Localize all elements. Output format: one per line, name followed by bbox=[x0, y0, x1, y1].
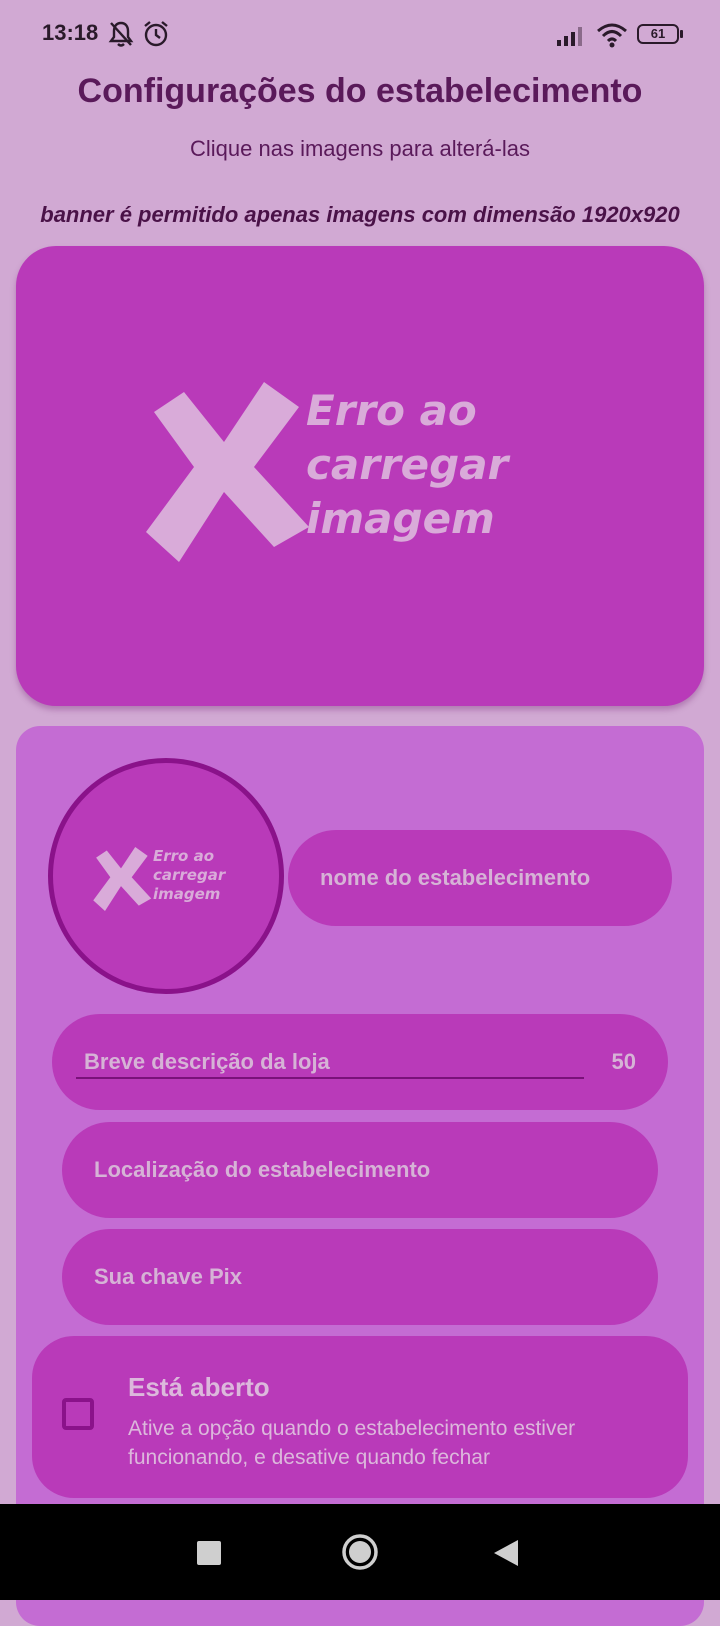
banner-error-line2: carregar bbox=[306, 440, 509, 489]
location-placeholder: Localização do estabelecimento bbox=[94, 1157, 431, 1182]
open-status-toggle[interactable]: Está aberto Ative a opção quando o estab… bbox=[32, 1336, 688, 1498]
status-time: 13:18 bbox=[42, 20, 99, 45]
navigation-bar bbox=[0, 1504, 720, 1600]
store-name-input[interactable]: nome do estabelecimento bbox=[288, 830, 672, 926]
signal-icon bbox=[556, 24, 586, 51]
page-title: Configurações do estabelecimento bbox=[77, 72, 643, 110]
location-input[interactable]: Localização do estabelecimento bbox=[62, 1122, 658, 1218]
page-subtitle: Clique nas imagens para alterá-las bbox=[190, 136, 530, 161]
description-underline bbox=[76, 1077, 584, 1079]
banner-error-line1: Erro ao bbox=[306, 386, 477, 435]
profile-image[interactable]: Erro ao carregar imagem bbox=[48, 758, 284, 994]
store-name-placeholder: nome do estabelecimento bbox=[320, 865, 591, 890]
battery-icon: 61 bbox=[637, 24, 683, 44]
profile-error-line3: imagem bbox=[153, 885, 221, 903]
status-bar: 13:18 61 bbox=[0, 0, 720, 70]
home-circle-icon[interactable] bbox=[340, 1532, 380, 1572]
error-x-icon bbox=[146, 382, 309, 562]
pix-key-placeholder: Sua chave Pix bbox=[94, 1264, 242, 1289]
back-triangle-icon[interactable] bbox=[492, 1538, 520, 1568]
alarm-icon bbox=[142, 20, 170, 53]
description-char-counter: 50 bbox=[611, 1049, 636, 1074]
profile-error-line1: Erro ao bbox=[153, 847, 214, 865]
open-description: Ative a opção quando o estabelecimento e… bbox=[128, 1417, 576, 1469]
description-input[interactable]: Breve descrição da loja 50 bbox=[52, 1014, 668, 1110]
banner-dimension-note: banner é permitido apenas imagens com di… bbox=[40, 202, 680, 227]
banner-error-text: Erro ao carregar imagem bbox=[306, 384, 508, 546]
open-title: Está aberto bbox=[128, 1372, 270, 1402]
profile-error-line2: carregar bbox=[153, 866, 226, 884]
open-checkbox[interactable] bbox=[62, 1398, 94, 1430]
pix-key-input[interactable]: Sua chave Pix bbox=[62, 1229, 658, 1325]
wifi-icon bbox=[596, 22, 628, 53]
description-placeholder: Breve descrição da loja bbox=[84, 1049, 330, 1074]
bell-off-icon bbox=[108, 20, 134, 53]
error-x-icon bbox=[93, 847, 152, 911]
banner-image[interactable]: Erro ao carregar imagem bbox=[16, 246, 704, 706]
profile-error-text: Erro ao carregar imagem bbox=[153, 847, 225, 904]
banner-error-line3: imagem bbox=[306, 494, 495, 543]
recents-square-icon[interactable] bbox=[196, 1540, 222, 1566]
